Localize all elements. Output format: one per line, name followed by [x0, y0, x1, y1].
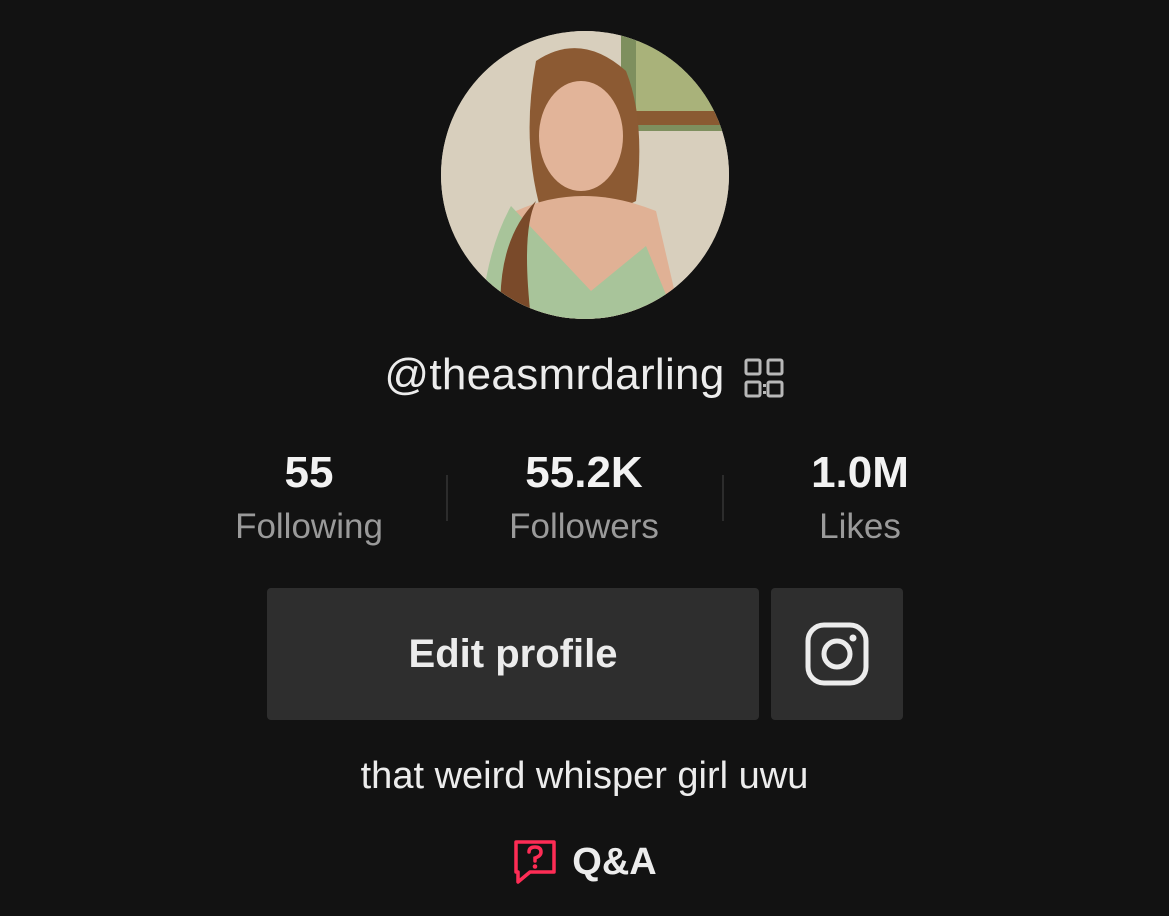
followers-count: 55.2K	[525, 448, 643, 497]
bio: that weird whisper girl uwu	[360, 755, 809, 797]
stat-likes[interactable]: 1.0M Likes	[730, 445, 990, 553]
stats-row: 55 Following 55.2K Followers 1.0M Likes	[0, 445, 1169, 555]
likes-count: 1.0M	[811, 448, 909, 497]
username-row: @theasmrdarling	[0, 345, 1169, 405]
avatar-image	[441, 31, 729, 319]
followers-label: Followers	[509, 507, 659, 546]
stats-divider	[722, 475, 724, 521]
stat-followers[interactable]: 55.2K Followers	[454, 445, 714, 553]
avatar[interactable]	[441, 31, 729, 319]
stats-divider	[446, 475, 448, 521]
edit-profile-label: Edit profile	[408, 631, 618, 676]
following-label: Following	[235, 507, 383, 546]
qa-label: Q&A	[572, 840, 657, 883]
qr-code-icon[interactable]	[743, 357, 785, 399]
qa-link[interactable]: Q&A	[0, 834, 1169, 890]
stat-following[interactable]: 55 Following	[179, 445, 439, 553]
question-bubble-icon	[514, 840, 557, 884]
instagram-button[interactable]	[771, 588, 903, 720]
following-count: 55	[284, 448, 334, 497]
username: @theasmrdarling	[384, 350, 725, 399]
profile-page: @theasmrdarling 55 Following 55.2K Follo…	[0, 0, 1169, 916]
likes-label: Likes	[819, 507, 901, 546]
instagram-icon	[805, 622, 869, 686]
edit-profile-button[interactable]: Edit profile	[267, 588, 759, 720]
